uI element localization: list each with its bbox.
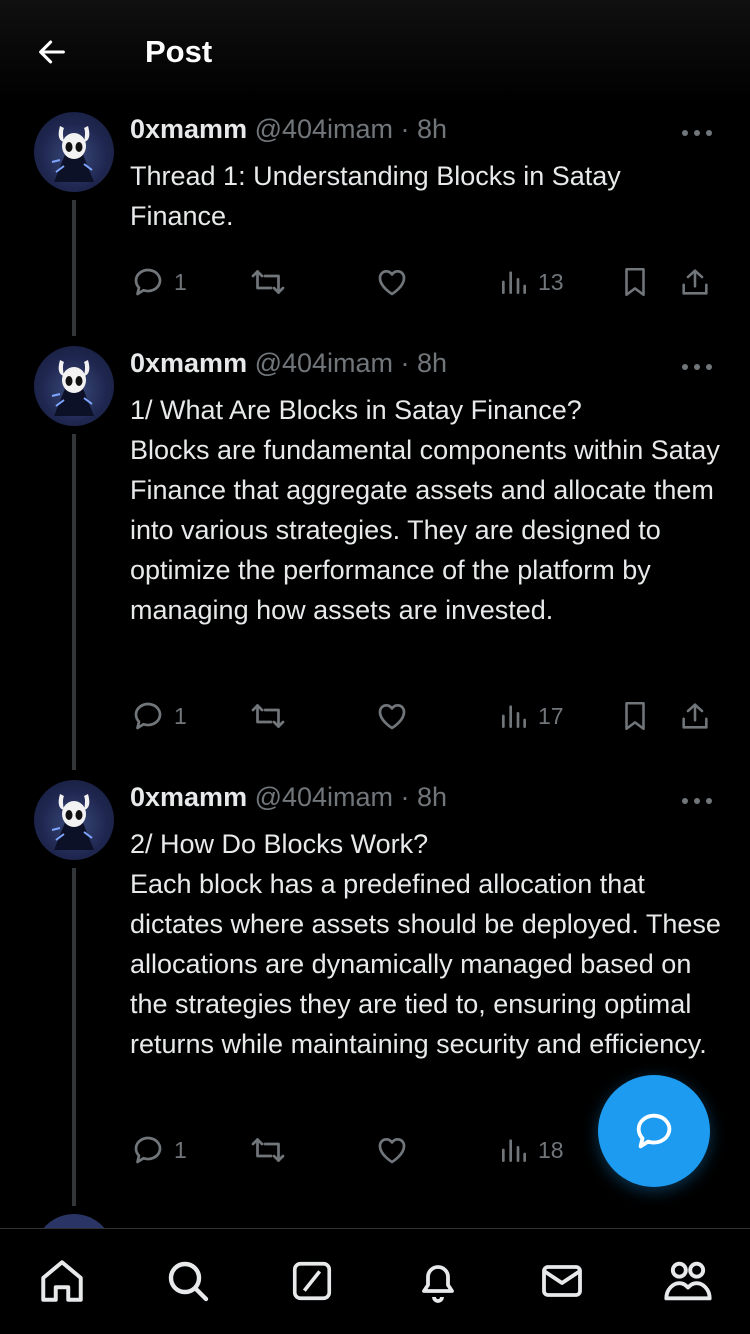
like-icon — [378, 1138, 406, 1164]
reply-count: 1 — [174, 702, 187, 729]
like-button[interactable] — [374, 696, 410, 736]
avatar[interactable] — [34, 780, 114, 860]
back-arrow-icon — [39, 40, 65, 64]
tweet-text: Thread 1: Understanding Blocks in Satay … — [130, 161, 621, 231]
bookmark-icon — [625, 267, 645, 297]
repost-icon — [251, 270, 285, 294]
bookmark-icon — [625, 701, 645, 731]
thread-line — [72, 200, 76, 336]
knight-avatar-icon — [51, 794, 94, 850]
repost-button[interactable] — [248, 1130, 288, 1170]
messages-icon — [542, 1265, 582, 1297]
reply-icon — [134, 702, 162, 730]
nav-home[interactable] — [34, 1253, 90, 1309]
top-bar: Post — [0, 0, 750, 108]
author-row: 0xmamm @404imam · 8h — [130, 348, 447, 379]
reply-count: 1 — [174, 1136, 187, 1163]
knight-avatar-icon — [51, 360, 94, 416]
share-icon — [682, 703, 708, 729]
bookmark-button[interactable] — [618, 262, 652, 302]
share-icon — [682, 269, 708, 295]
reply-icon — [134, 1136, 162, 1164]
like-button[interactable] — [374, 1130, 410, 1170]
author-name[interactable]: 0xmamm — [130, 114, 247, 144]
repost-button[interactable] — [248, 262, 288, 302]
more-button[interactable] — [672, 352, 722, 382]
avatar[interactable] — [34, 112, 114, 192]
views-count: 17 — [538, 702, 564, 729]
nav-notifications[interactable] — [410, 1253, 466, 1309]
tweet-text: 1/ What Are Blocks in Satay Finance? Blo… — [130, 395, 720, 625]
nav-communities[interactable] — [660, 1253, 716, 1309]
views-icon — [502, 1139, 526, 1162]
post-screen: Post 0xmamm @404imam · 8h Thread 1: Unde… — [0, 0, 750, 1334]
compose-icon — [636, 1113, 672, 1149]
repost-button[interactable] — [248, 696, 288, 736]
knight-avatar-icon — [51, 126, 94, 182]
more-icon — [682, 364, 712, 370]
repost-icon — [251, 704, 285, 728]
tweet[interactable]: 0xmamm @404imam · 8h 1/ What Are Blocks … — [0, 346, 750, 770]
page-title: Post — [145, 34, 213, 69]
views-button[interactable]: 13 — [498, 262, 564, 302]
home-icon — [41, 1260, 83, 1302]
views-icon — [502, 705, 526, 728]
reply-button[interactable]: 1 — [130, 696, 187, 736]
like-button[interactable] — [374, 262, 410, 302]
more-button[interactable] — [672, 118, 722, 148]
thread-line — [72, 868, 76, 1206]
grok-icon — [292, 1261, 332, 1301]
share-button[interactable] — [678, 696, 712, 736]
communities-icon — [664, 1261, 712, 1301]
views-count: 18 — [538, 1136, 564, 1163]
nav-search[interactable] — [160, 1253, 216, 1309]
like-icon — [378, 704, 406, 730]
more-icon — [682, 798, 712, 804]
author-name[interactable]: 0xmamm — [130, 348, 247, 378]
views-icon — [502, 271, 526, 294]
nav-messages[interactable] — [534, 1253, 590, 1309]
more-icon — [682, 130, 712, 136]
compose-button[interactable] — [598, 1075, 710, 1187]
thread-line — [72, 434, 76, 770]
tweet-text: 2/ How Do Blocks Work? Each block has a … — [130, 829, 721, 1059]
reply-button[interactable]: 1 — [130, 262, 187, 302]
back-button[interactable] — [30, 30, 74, 74]
bookmark-button[interactable] — [618, 696, 652, 736]
reply-count: 1 — [174, 268, 187, 295]
tweet-actions: 1 17 — [130, 696, 720, 736]
author-handle-time: @404imam · 8h — [254, 782, 448, 812]
tweet[interactable]: 0xmamm @404imam · 8h Thread 1: Understan… — [0, 112, 750, 336]
author-handle-time: @404imam · 8h — [254, 348, 448, 378]
like-icon — [378, 270, 406, 296]
views-button[interactable]: 17 — [498, 696, 564, 736]
reply-icon — [134, 268, 162, 296]
search-icon — [168, 1261, 209, 1302]
avatar[interactable] — [34, 346, 114, 426]
repost-icon — [251, 1138, 285, 1162]
views-count: 13 — [538, 268, 564, 295]
bottom-navigation — [0, 1228, 750, 1334]
author-name[interactable]: 0xmamm — [130, 782, 247, 812]
author-row: 0xmamm @404imam · 8h — [130, 114, 447, 145]
share-button[interactable] — [678, 262, 712, 302]
more-button[interactable] — [672, 786, 722, 816]
author-row: 0xmamm @404imam · 8h — [130, 782, 447, 813]
notifications-icon — [422, 1265, 454, 1303]
nav-grok[interactable] — [284, 1253, 340, 1309]
tweet-actions: 1 13 — [130, 262, 720, 302]
views-button[interactable]: 18 — [498, 1130, 564, 1170]
author-handle-time: @404imam · 8h — [254, 114, 448, 144]
reply-button[interactable]: 1 — [130, 1130, 187, 1170]
